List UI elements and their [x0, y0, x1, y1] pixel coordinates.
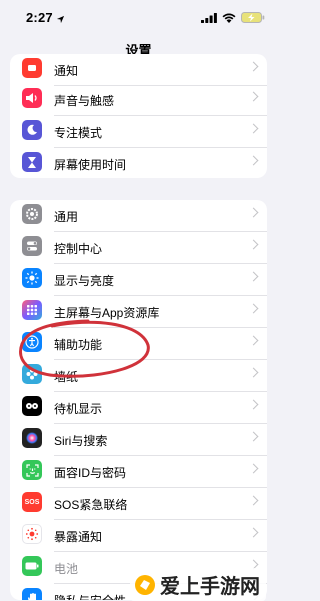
chevron-right-icon — [248, 239, 259, 250]
settings-row-label: 主屏幕与App资源库 — [54, 306, 160, 320]
settings-row-label: 隐私与安全性 — [54, 592, 126, 600]
settings-row-control-center[interactable]: 控制中心 — [10, 232, 267, 264]
chevron-right-icon — [248, 431, 259, 442]
accessibility-icon — [22, 332, 42, 352]
watermark-text: 爱上手游网 — [160, 574, 260, 598]
settings-row-exposure[interactable]: 暴露通知 — [10, 520, 267, 552]
face-id-icon — [22, 460, 42, 480]
settings-row-accessibility[interactable]: 辅助功能 — [10, 328, 267, 360]
standby-icon — [22, 396, 42, 416]
settings-row-display[interactable]: 显示与亮度 — [10, 264, 267, 296]
chevron-right-icon — [248, 527, 259, 538]
settings-row-label: 暴露通知 — [54, 530, 103, 544]
chevron-right-icon — [248, 91, 259, 102]
chevron-right-icon — [248, 123, 259, 134]
settings-row-standby[interactable]: 待机显示 — [10, 392, 267, 424]
cellular-signal-icon — [201, 10, 217, 28]
sun-icon — [22, 268, 42, 288]
settings-row-label: 通知 — [54, 64, 79, 78]
battery-charging-icon — [241, 10, 265, 28]
moon-icon — [22, 120, 42, 140]
settings-row-label: 电池 — [54, 562, 79, 576]
settings-row-label: 声音与触感 — [54, 94, 115, 108]
switches-icon — [22, 236, 42, 256]
speaker-icon — [22, 88, 42, 108]
status-time: 2:27 — [26, 10, 53, 25]
settings-row-label: SOS紧急联络 — [54, 498, 128, 512]
chevron-right-icon — [248, 495, 259, 506]
hand-icon — [22, 588, 42, 600]
settings-row-focus[interactable]: 专注模式 — [10, 116, 267, 148]
settings-row-general[interactable]: 通用 — [10, 200, 267, 232]
chevron-right-icon — [248, 367, 259, 378]
chevron-right-icon — [248, 61, 259, 72]
watermark-logo-icon — [134, 574, 156, 596]
settings-row-label: 面容ID与密码 — [54, 466, 127, 480]
chevron-right-icon — [248, 303, 259, 314]
chevron-right-icon — [248, 463, 259, 474]
settings-row-wallpaper[interactable]: 墙纸 — [10, 360, 267, 392]
chevron-right-icon — [248, 155, 259, 166]
bell-icon — [22, 58, 42, 78]
settings-row-notifications[interactable]: 通知 — [10, 54, 267, 86]
settings-row-home-screen[interactable]: 主屏幕与App资源库 — [10, 296, 267, 328]
chevron-right-icon — [248, 207, 259, 218]
settings-row-label: 屏幕使用时间 — [54, 158, 127, 172]
siri-icon — [22, 428, 42, 448]
exposure-icon — [22, 524, 42, 544]
settings-row-label: 显示与亮度 — [54, 274, 115, 288]
settings-row-label: 控制中心 — [54, 242, 103, 256]
gear-icon — [22, 204, 42, 224]
settings-row-sounds[interactable]: 声音与触感 — [10, 84, 267, 116]
wallpaper-icon — [22, 364, 42, 384]
settings-row-face-id[interactable]: 面容ID与密码 — [10, 456, 267, 488]
settings-row-label: 通用 — [54, 210, 79, 224]
watermark: 爱上手游网 — [130, 568, 266, 601]
settings-row-label: 专注模式 — [54, 126, 103, 140]
hourglass-icon — [22, 152, 42, 172]
settings-row-label: Siri与搜索 — [54, 434, 108, 448]
settings-row-screen-time[interactable]: 屏幕使用时间 — [10, 148, 267, 178]
settings-row-label: 墙纸 — [54, 370, 79, 384]
chevron-right-icon — [248, 399, 259, 410]
wifi-icon — [222, 10, 236, 28]
settings-row-label: 待机显示 — [54, 402, 103, 416]
settings-row-siri[interactable]: Siri与搜索 — [10, 424, 267, 456]
app-grid-icon — [22, 300, 42, 320]
settings-row-label: 辅助功能 — [54, 338, 103, 352]
chevron-right-icon — [248, 271, 259, 282]
location-arrow-icon — [56, 11, 65, 29]
settings-group-general: 通用 控制中心 显示与亮度 主屏幕与App资源库 辅助功能 墙纸 待机显示 Si… — [10, 200, 267, 600]
sos-icon: SOS — [22, 492, 42, 512]
status-bar: 2:27 — [0, 0, 277, 34]
battery-icon — [22, 556, 42, 576]
settings-row-sos[interactable]: SOS SOS紧急联络 — [10, 488, 267, 520]
settings-group-notifications: 通知 声音与触感 专注模式 屏幕使用时间 — [10, 54, 267, 178]
chevron-right-icon — [248, 335, 259, 346]
